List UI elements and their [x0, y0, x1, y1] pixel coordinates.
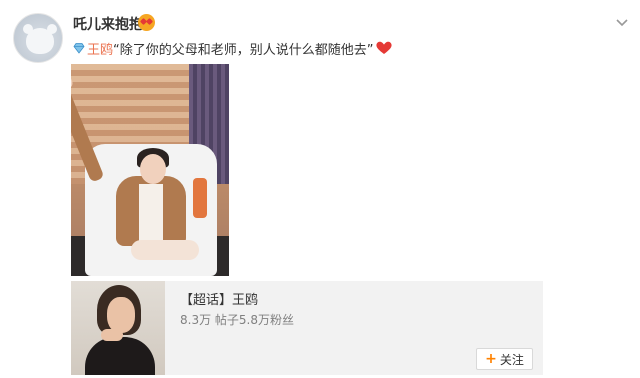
- super-topic-card[interactable]: 【超话】王鸥 8.3万 帖子5.8万粉丝 + 关注: [71, 281, 543, 375]
- post-image[interactable]: [71, 64, 229, 276]
- username[interactable]: 吒儿来抱抱: [73, 14, 143, 34]
- post-body-text: “除了你的父母和老师，别人说什么都随他去”: [113, 42, 374, 58]
- photo-shirt: [139, 184, 163, 244]
- diamond-icon: [73, 43, 85, 54]
- super-topic-title[interactable]: 【超话】王鸥: [180, 289, 258, 308]
- mention-link[interactable]: 王鸥: [87, 39, 113, 58]
- super-topic-thumbnail[interactable]: [71, 281, 165, 375]
- thumb-dress: [85, 337, 155, 375]
- thumb-face: [107, 297, 135, 333]
- user-avatar[interactable]: [13, 13, 63, 63]
- follow-label: 关注: [499, 352, 524, 367]
- thumb-hand: [101, 329, 123, 341]
- super-topic-stats: 8.3万 帖子5.8万粉丝: [180, 313, 294, 327]
- avatar-bear-image: [23, 24, 57, 54]
- plus-icon: +: [485, 351, 497, 367]
- photo-pillow: [193, 178, 207, 218]
- post-text: 王鸥 “除了你的父母和老师，别人说什么都随他去”: [73, 38, 392, 58]
- heart-eyes-emoji-icon: [138, 14, 155, 31]
- chevron-down-icon[interactable]: [615, 16, 629, 30]
- photo-legs: [131, 240, 199, 260]
- photo-face: [140, 154, 166, 184]
- follow-button[interactable]: + 关注: [476, 348, 533, 370]
- red-heart-icon: [375, 41, 392, 54]
